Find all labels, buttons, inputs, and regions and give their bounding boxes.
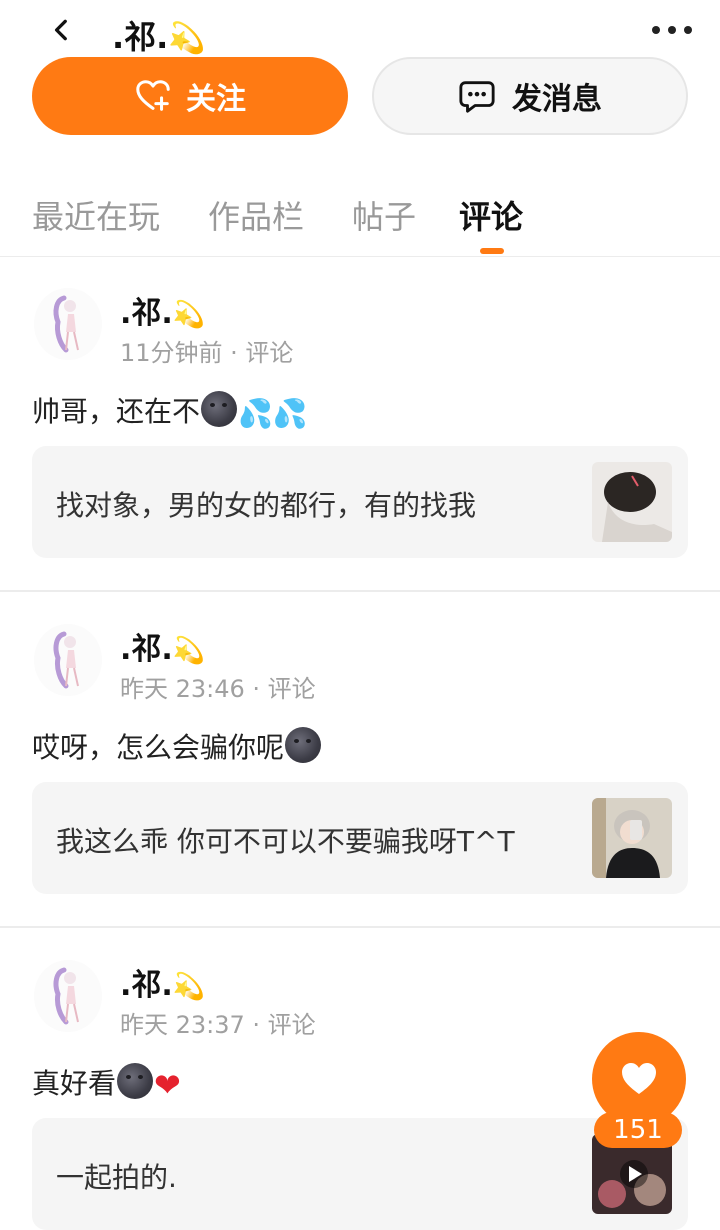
comment-text: 哎呀，怎么会骗你呢 xyxy=(32,726,322,766)
sweat-droplets-icon: 💦 xyxy=(272,397,308,430)
comment-meta: 11分钟前 · 评论 xyxy=(120,339,294,367)
username-text: .祁. xyxy=(120,632,173,667)
new-moon-face-icon xyxy=(117,1063,154,1099)
comment-item: .祁.💫 11分钟前 · 评论 帅哥，还在不 💦💦 找对象，男的女的都行，有的找我 xyxy=(0,256,720,592)
message-label: 发消息 xyxy=(512,82,602,117)
more-options-button[interactable] xyxy=(652,18,692,42)
back-button[interactable] xyxy=(34,2,90,58)
comment-item: .祁.💫 昨天 23:46 · 评论 哎呀，怎么会骗你呢 我这么乖 你可不可以不… xyxy=(0,592,720,928)
tab-recent-play[interactable]: 最近在玩 xyxy=(32,192,160,238)
comment-meta: 昨天 23:37 · 评论 xyxy=(120,1011,316,1039)
red-heart-icon: ❤ xyxy=(154,1066,181,1104)
avatar-image xyxy=(34,288,102,360)
follow-button[interactable]: 关注 xyxy=(32,57,348,135)
dot-icon xyxy=(668,26,676,34)
top-bar: .祁.💫 xyxy=(0,0,720,64)
send-message-button[interactable]: 发消息 xyxy=(372,57,688,135)
quoted-post-thumbnail xyxy=(592,798,672,878)
comment-body: 真好看 xyxy=(32,1067,117,1100)
dizzy-icon: 💫 xyxy=(172,300,206,330)
comment-meta: 昨天 23:46 · 评论 xyxy=(120,675,316,703)
heart-icon xyxy=(622,1063,656,1094)
username-text: .祁. xyxy=(120,968,173,1003)
comment-body: 帅哥，还在不 xyxy=(32,395,201,428)
dot-icon xyxy=(684,26,692,34)
username[interactable]: .祁.💫 xyxy=(120,624,205,668)
dizzy-icon: 💫 xyxy=(168,21,206,56)
quoted-post-text: 我这么乖 你可不可以不要骗我呀T^T xyxy=(56,825,515,858)
page-title: .祁.💫 xyxy=(112,12,206,58)
avatar[interactable] xyxy=(34,960,102,1032)
active-tab-indicator xyxy=(480,248,504,254)
avatar[interactable] xyxy=(34,288,102,360)
follow-label: 关注 xyxy=(186,82,246,117)
tab-comments[interactable]: 评论 xyxy=(459,192,523,238)
sweat-droplets-icon: 💦 xyxy=(238,397,273,430)
like-count: 151 xyxy=(594,1112,682,1148)
avatar-image xyxy=(34,960,102,1032)
username-text: .祁. xyxy=(120,296,173,331)
tab-works[interactable]: 作品栏 xyxy=(208,192,304,238)
page-title-text: .祁. xyxy=(112,18,169,56)
quoted-post[interactable]: 一起拍的. xyxy=(32,1118,688,1230)
quoted-post[interactable]: 找对象，男的女的都行，有的找我 xyxy=(32,446,688,558)
comment-text: 真好看 ❤ xyxy=(32,1062,181,1104)
avatar[interactable] xyxy=(34,624,102,696)
dot-icon xyxy=(652,26,660,34)
dizzy-icon: 💫 xyxy=(172,636,206,666)
quoted-post-thumbnail xyxy=(592,462,672,542)
dizzy-icon: 💫 xyxy=(172,972,206,1002)
avatar-image xyxy=(34,624,102,696)
new-moon-face-icon xyxy=(201,391,238,427)
chevron-left-icon xyxy=(54,19,67,41)
tab-posts[interactable]: 帖子 xyxy=(352,192,416,238)
heart-plus-icon xyxy=(136,80,170,111)
quoted-post-text: 一起拍的. xyxy=(56,1161,177,1194)
username[interactable]: .祁.💫 xyxy=(120,288,205,332)
chat-bubble-icon xyxy=(459,81,495,113)
username[interactable]: .祁.💫 xyxy=(120,960,205,1004)
new-moon-face-icon xyxy=(285,727,322,763)
quoted-post-text: 找对象，男的女的都行，有的找我 xyxy=(56,489,477,522)
profile-tabs: 最近在玩 作品栏 帖子 评论 xyxy=(0,180,720,257)
comment-text: 帅哥，还在不 💦💦 xyxy=(32,390,308,430)
comment-body: 哎呀，怎么会骗你呢 xyxy=(32,731,285,764)
quoted-post[interactable]: 我这么乖 你可不可以不要骗我呀T^T xyxy=(32,782,688,894)
